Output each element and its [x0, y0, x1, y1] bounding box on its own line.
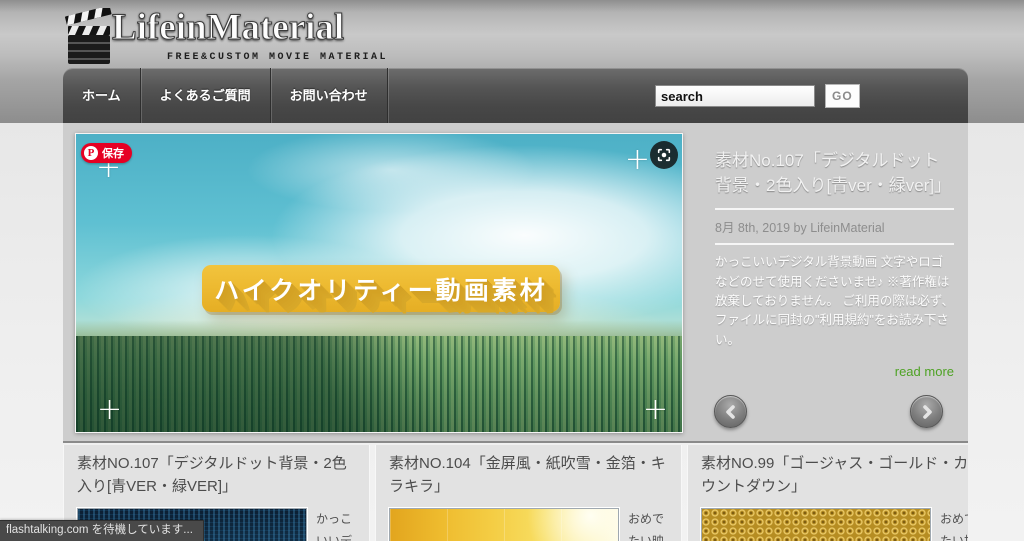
divider: [715, 243, 954, 246]
post-card-title[interactable]: 素材NO.99「ゴージャス・ゴールド・カウントダウン」: [701, 452, 968, 499]
hero-slide[interactable]: + + + + ハイクオリティー動画素材 P 保存: [75, 133, 683, 433]
site-title: LifeinMaterial: [111, 7, 345, 49]
next-slide-button[interactable]: [910, 395, 943, 428]
search-input[interactable]: [655, 85, 815, 107]
featured-post-sidebar: 素材No.107「デジタルドット背景・2色入り[青ver・緑ver]」 8月 8…: [703, 133, 966, 433]
nav-item-contact[interactable]: お問い合わせ: [271, 68, 388, 123]
clapperboard-icon: [65, 8, 112, 64]
post-card-body: おめでたい場面にどうぞ: [701, 507, 968, 541]
pinterest-save-button[interactable]: P 保存: [81, 143, 132, 163]
search-area: GO: [655, 84, 860, 108]
featured-panel: + + + + ハイクオリティー動画素材 P 保存 素材No.107「デジタルド…: [63, 123, 968, 443]
plus-mark-icon: +: [97, 392, 123, 427]
plus-mark-icon: +: [642, 392, 668, 427]
plus-mark-icon: +: [624, 142, 650, 177]
chevron-right-icon: [922, 404, 932, 419]
hero-forest-image: [76, 320, 682, 432]
search-go-button[interactable]: GO: [825, 84, 860, 108]
image-lens-button[interactable]: [650, 141, 678, 169]
nav-item-home[interactable]: ホーム: [63, 68, 141, 123]
prev-slide-button[interactable]: [714, 395, 747, 428]
post-card: 素材NO.99「ゴージャス・ゴールド・カウントダウン」 おめでたい場面にどうぞ: [687, 445, 968, 541]
read-more-link[interactable]: read more: [715, 364, 954, 379]
post-card-snippet: かっこいいデジタル背景動画: [316, 511, 353, 541]
divider: [715, 208, 954, 211]
hero-banner: ハイクオリティー動画素材: [202, 265, 560, 312]
pinterest-save-label: 保存: [102, 148, 124, 160]
post-card-body: おめでたい映像にどうぞ: [389, 507, 668, 541]
featured-post-description: かっこいいデジタル背景動画 文字やロゴなどのせて使用くださいませ♪ ※著作権は放…: [715, 255, 954, 347]
camera-lens-icon: [657, 148, 671, 162]
main-navigation: ホーム よくあるご質問 お問い合わせ GO: [63, 68, 968, 123]
featured-post-title[interactable]: 素材No.107「デジタルドット背景・2色入り[青ver・緑ver]」: [715, 149, 954, 198]
post-card-title[interactable]: 素材NO.107「デジタルドット背景・2色入り[青VER・緑VER]」: [77, 452, 356, 499]
featured-post-date: 8月 8th, 2019 by LifeinMaterial: [715, 221, 885, 236]
nav-item-faq[interactable]: よくあるご質問: [141, 68, 271, 123]
site-tagline: FREE&CUSTOM MOVIE MATERIAL: [166, 52, 388, 63]
thumbnail-gold-countdown[interactable]: [701, 507, 931, 541]
site-logo[interactable]: LifeinMaterial FREE&CUSTOM MOVIE MATERIA…: [60, 4, 400, 66]
post-card-title[interactable]: 素材NO.104「金屏風・紙吹雪・金箔・キラキラ」: [389, 452, 668, 499]
hero-banner-text: ハイクオリティー動画素材: [214, 276, 548, 305]
chevron-left-icon: [725, 404, 735, 419]
pinterest-icon: P: [84, 146, 98, 160]
post-card-snippet: おめでたい場面にどうぞ: [940, 511, 968, 541]
post-card-snippet: おめでたい映像にどうぞ: [628, 511, 665, 541]
post-card: 素材NO.104「金屏風・紙吹雪・金箔・キラキラ」 おめでたい映像にどうぞ: [375, 445, 682, 541]
browser-status-tooltip: flashtalking.com を待機しています...: [0, 520, 204, 541]
thumbnail-gold-foil[interactable]: [389, 507, 619, 541]
